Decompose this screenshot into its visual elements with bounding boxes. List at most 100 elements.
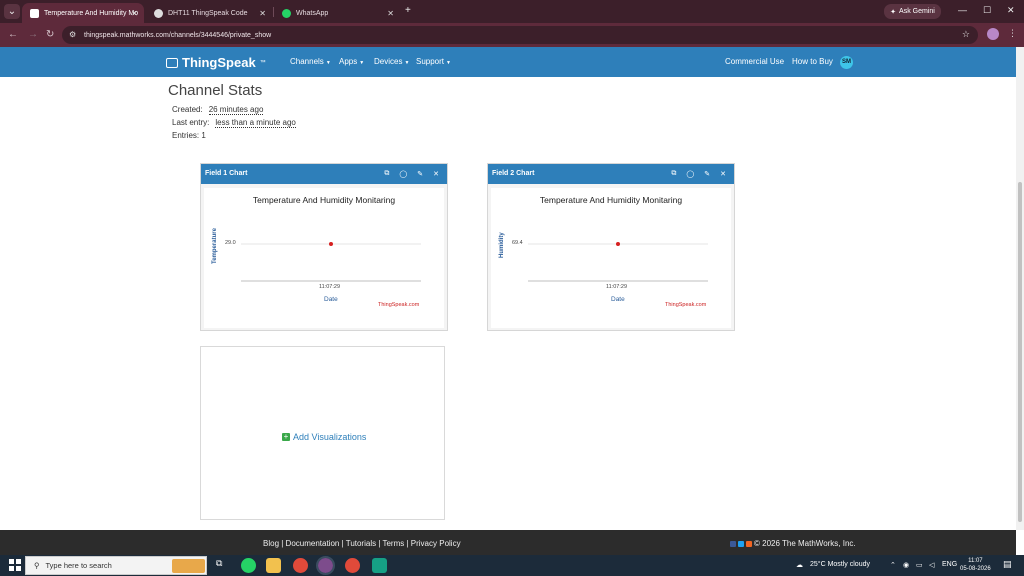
trademark: ™ bbox=[259, 59, 266, 66]
maximize-button[interactable]: ☐ bbox=[983, 5, 991, 16]
taskbar-search-input[interactable]: ⚲ Type here to search bbox=[25, 556, 207, 575]
chrome-profile-icon[interactable] bbox=[316, 556, 335, 575]
forward-arrow-icon[interactable]: → bbox=[28, 29, 38, 40]
back-arrow-icon[interactable]: ← bbox=[8, 29, 18, 40]
battery-icon[interactable]: ▭ bbox=[916, 561, 923, 569]
created-value: 26 minutes ago bbox=[208, 105, 264, 115]
channel-stats-heading: Channel Stats bbox=[168, 82, 263, 99]
tab-temperature-humidity[interactable]: Temperature And Humidity Mo ✕ bbox=[22, 3, 144, 23]
thingspeak-credit-link[interactable]: ThingSpeak.com bbox=[378, 302, 419, 308]
last-entry-label: Last entry: bbox=[172, 118, 210, 127]
speech-bubble-icon bbox=[166, 57, 178, 68]
volume-icon[interactable]: ◁ bbox=[929, 561, 934, 569]
thingspeak-credit-link[interactable]: ThingSpeak.com bbox=[665, 302, 706, 308]
network-icon[interactable]: ◉ bbox=[903, 561, 909, 569]
panel-title: Field 1 Chart bbox=[205, 170, 248, 177]
created-stat: Created: 26 minutes ago bbox=[172, 105, 264, 115]
thingspeak-logo[interactable]: ThingSpeak ™ bbox=[166, 55, 266, 70]
close-icon[interactable]: ✕ bbox=[387, 9, 394, 18]
new-tab-button[interactable]: + bbox=[405, 5, 411, 16]
file-explorer-icon[interactable] bbox=[266, 558, 281, 573]
tab-whatsapp[interactable]: WhatsApp ✕ bbox=[274, 3, 400, 23]
close-icon[interactable]: ✕ bbox=[433, 170, 439, 178]
chrome-icon[interactable] bbox=[293, 558, 308, 573]
clock[interactable]: 11:07 05-08-2026 bbox=[960, 557, 991, 573]
menu-label: Apps bbox=[339, 57, 358, 66]
menu-devices[interactable]: Devices ▼ bbox=[374, 57, 409, 66]
footer-copyright: © 2026 The MathWorks, Inc. bbox=[730, 539, 856, 548]
windows-start-icon[interactable] bbox=[9, 559, 21, 571]
chart-title: Temperature And Humidity Monitaring bbox=[252, 195, 396, 205]
footer-links[interactable]: Blog | Documentation | Tutorials | Terms… bbox=[263, 539, 461, 548]
data-point[interactable] bbox=[329, 242, 333, 246]
panel-title: Field 2 Chart bbox=[492, 170, 535, 177]
whatsapp-taskbar-icon[interactable] bbox=[241, 558, 256, 573]
chart-plot bbox=[528, 242, 708, 282]
x-tick-label: 11:07:29 bbox=[606, 284, 628, 290]
pencil-icon[interactable]: ✎ bbox=[417, 170, 423, 178]
language-indicator[interactable]: ENG bbox=[942, 561, 957, 568]
tab-title: WhatsApp bbox=[296, 9, 329, 17]
search-icon: ⚲ bbox=[34, 561, 40, 570]
last-entry-value: less than a minute ago bbox=[215, 118, 296, 128]
minimize-button[interactable]: — bbox=[958, 5, 967, 15]
arduino-icon[interactable] bbox=[372, 558, 387, 573]
reload-icon[interactable]: ↻ bbox=[46, 29, 54, 40]
clock-time: 11:07 bbox=[968, 558, 983, 564]
user-avatar[interactable]: SM bbox=[840, 56, 853, 69]
chart-area: Temperature And Humidity Monitaring Humi… bbox=[491, 188, 731, 328]
caret-down-icon: ▼ bbox=[359, 60, 365, 66]
logo-text: ThingSpeak bbox=[182, 55, 256, 70]
panel-actions: ⧉ ◯ ✎ ✕ bbox=[384, 170, 439, 178]
close-icon[interactable]: ✕ bbox=[259, 9, 266, 18]
close-icon[interactable]: ✕ bbox=[720, 170, 726, 178]
how-to-buy-link[interactable]: How to Buy bbox=[792, 57, 833, 66]
bookmark-star-icon[interactable]: ☆ bbox=[962, 29, 970, 40]
browser-tab-strip: ⌄ Temperature And Humidity Mo ✕ DHT11 Th… bbox=[0, 0, 1024, 23]
rss-icon[interactable] bbox=[746, 540, 752, 547]
windows-taskbar: ⚲ Type here to search ⧉ ☁ 25°C Mostly cl… bbox=[0, 555, 1024, 576]
data-point[interactable] bbox=[616, 242, 620, 246]
caret-down-icon: ▼ bbox=[325, 60, 331, 66]
site-info-icon[interactable]: ⚙ bbox=[69, 30, 76, 39]
x-axis-label: Date bbox=[611, 296, 625, 303]
twitter-icon[interactable] bbox=[738, 540, 744, 547]
caret-down-icon: ▼ bbox=[404, 60, 410, 66]
document-icon bbox=[30, 8, 39, 18]
address-bar[interactable]: ⚙ thingspeak.mathworks.com/channels/3444… bbox=[62, 26, 978, 44]
scrollbar-thumb[interactable] bbox=[1018, 182, 1022, 522]
notification-icon[interactable]: ▤ bbox=[1003, 559, 1012, 570]
globe-icon bbox=[154, 8, 163, 18]
copyright-text: © 2026 The MathWorks, Inc. bbox=[754, 539, 856, 548]
external-link-icon[interactable]: ⧉ bbox=[384, 170, 389, 178]
close-icon[interactable]: ✕ bbox=[131, 9, 138, 18]
menu-channels[interactable]: Channels ▼ bbox=[290, 57, 331, 66]
external-link-icon[interactable]: ⧉ bbox=[671, 170, 676, 178]
add-visualizations-button[interactable]: + Add Visualizations bbox=[282, 432, 366, 442]
entries-stat: Entries: 1 bbox=[172, 131, 206, 140]
comment-icon[interactable]: ◯ bbox=[399, 170, 407, 178]
comment-icon[interactable]: ◯ bbox=[686, 170, 694, 178]
menu-apps[interactable]: Apps ▼ bbox=[339, 57, 364, 66]
chrome-alt-icon[interactable] bbox=[345, 558, 360, 573]
tab-search-button[interactable]: ⌄ bbox=[4, 4, 20, 19]
x-tick-label: 11:07:29 bbox=[319, 284, 341, 290]
more-menu-icon[interactable]: ⋮ bbox=[1008, 28, 1017, 39]
chevron-up-icon[interactable]: ⌃ bbox=[890, 561, 896, 569]
task-view-icon[interactable]: ⧉ bbox=[216, 558, 231, 573]
ask-gemini-button[interactable]: ✦ Ask Gemini bbox=[884, 4, 941, 19]
commercial-use-link[interactable]: Commercial Use bbox=[725, 57, 784, 66]
profile-avatar[interactable] bbox=[987, 28, 999, 40]
panel-actions: ⧉ ◯ ✎ ✕ bbox=[671, 170, 726, 178]
window-close-button[interactable]: ✕ bbox=[1007, 5, 1015, 16]
tab-dht11-code[interactable]: DHT11 ThingSpeak Code ✕ bbox=[146, 3, 272, 23]
pencil-icon[interactable]: ✎ bbox=[704, 170, 710, 178]
url-text: thingspeak.mathworks.com/channels/344454… bbox=[84, 31, 272, 39]
weather-text[interactable]: 25°C Mostly cloudy bbox=[810, 561, 870, 568]
facebook-icon[interactable] bbox=[730, 540, 736, 547]
menu-support[interactable]: Support ▼ bbox=[416, 57, 451, 66]
menu-label: Channels bbox=[290, 57, 324, 66]
chart-area: Temperature And Humidity Monitaring Temp… bbox=[204, 188, 444, 328]
field-2-chart-panel: Field 2 Chart ⧉ ◯ ✎ ✕ Temperature And Hu… bbox=[487, 163, 735, 331]
chart-title: Temperature And Humidity Monitaring bbox=[539, 195, 683, 205]
